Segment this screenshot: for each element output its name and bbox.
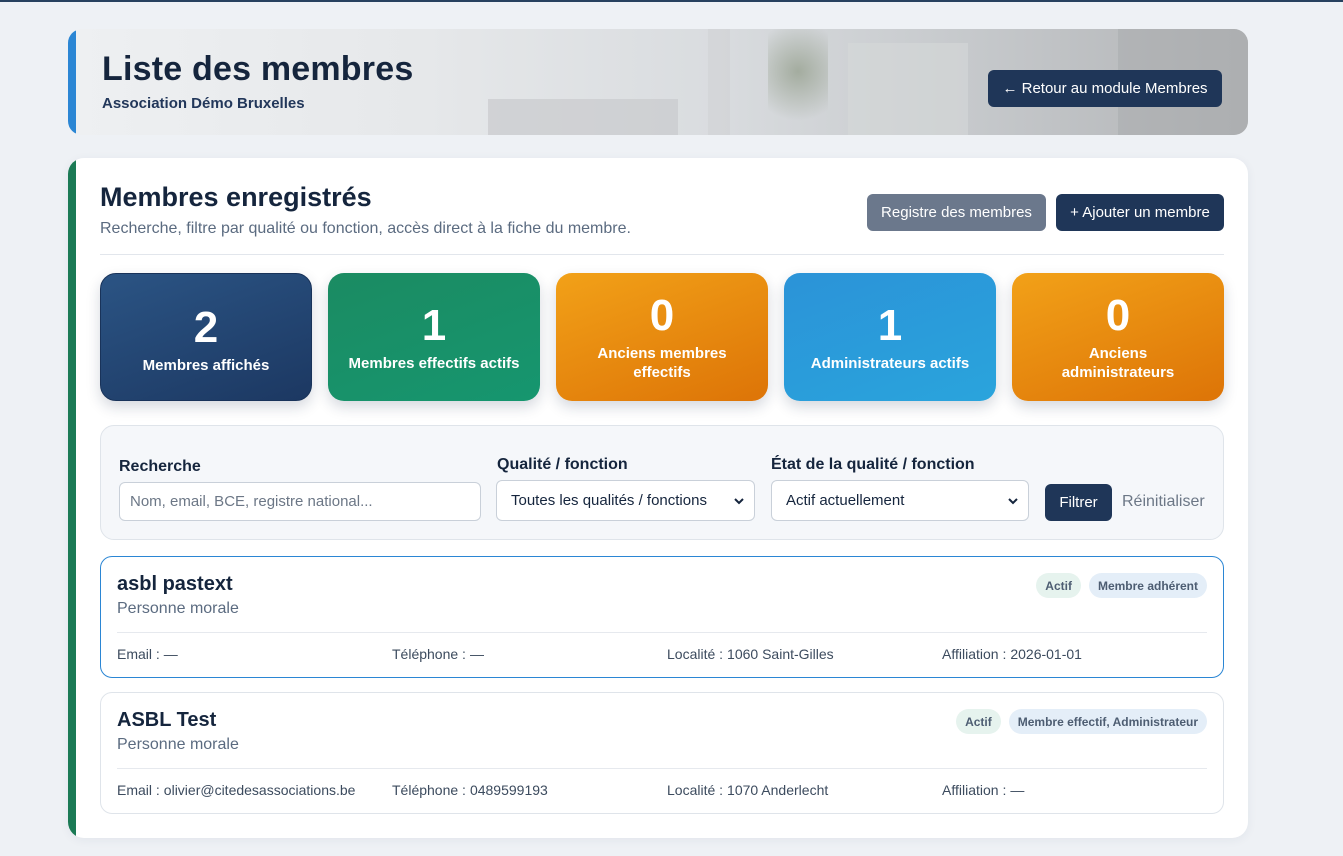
role-badge: Membre effectif, Administrateur (1008, 709, 1207, 734)
top-border-line (0, 0, 1343, 2)
stat-value: 1 (877, 300, 903, 350)
state-select-value: Actif actuellement (786, 492, 905, 509)
role-badge: Membre adhérent (1088, 573, 1207, 598)
card-accent-bar (68, 158, 76, 838)
stat-tile-former-administrators: 0 Anciens administrateurs (1012, 273, 1224, 401)
locality-label: Localité : (667, 782, 724, 798)
phone-label: Téléphone : (392, 646, 466, 662)
member-badges: Actif Membre effectif, Administrateur (956, 709, 1207, 734)
member-type: Personne morale (117, 600, 239, 617)
stat-tile-former-effective-members: 0 Anciens membres effectifs (556, 273, 768, 401)
filter-panel: Recherche Qualité / fonction Toutes les … (100, 425, 1224, 540)
member-affiliation: Affiliation : — (942, 782, 1024, 798)
stat-tile-displayed-members: 2 Membres affichés (100, 273, 312, 401)
member-phone: Téléphone :0489599193 (392, 782, 548, 798)
member-locality: Localité :1060 Saint-Gilles (667, 646, 834, 662)
section-description: Recherche, filtre par qualité ou fonctio… (100, 220, 631, 237)
member-locality: Localité :1070 Anderlecht (667, 782, 828, 798)
locality-value: 1070 Anderlecht (727, 782, 829, 798)
state-select[interactable]: Actif actuellement (771, 480, 1029, 521)
email-value: — (163, 646, 178, 662)
stat-label: Anciens membres effectifs (597, 345, 727, 381)
member-divider (117, 768, 1207, 769)
quality-label: Qualité / fonction (497, 456, 628, 473)
quality-select-value: Toutes les qualités / fonctions (511, 492, 707, 509)
section-title: Membres enregistrés (100, 182, 372, 212)
banner-photo-detail (708, 29, 730, 135)
member-card[interactable]: ASBL Test Personne morale Actif Membre e… (100, 692, 1224, 814)
stat-value: 0 (1105, 291, 1131, 340)
quality-select[interactable]: Toutes les qualités / fonctions (496, 480, 755, 521)
header-accent-bar (68, 29, 76, 135)
locality-label: Localité : (667, 646, 724, 662)
affiliation-value: — (1010, 782, 1025, 798)
phone-value: 0489599193 (469, 782, 548, 798)
stat-value: 1 (421, 300, 447, 350)
member-email: Email : — (117, 646, 178, 662)
stat-tile-active-administrators: 1 Administrateurs actifs (784, 273, 996, 401)
back-to-members-module-button[interactable]: ← Retour au module Membres (988, 70, 1222, 107)
stat-label: Membres affichés (142, 356, 270, 374)
member-phone: Téléphone : — (392, 646, 484, 662)
member-email: Email : olivier@citedesassociations.be (117, 782, 355, 798)
member-badges: Actif Membre adhérent (1036, 573, 1207, 598)
search-input[interactable] (119, 482, 481, 521)
email-label: Email : (117, 646, 160, 662)
search-label: Recherche (119, 458, 201, 475)
status-badge: Actif (1036, 573, 1081, 598)
affiliation-label: Affiliation : (942, 646, 1007, 662)
affiliation-value: 2026-01-01 (1010, 646, 1082, 662)
phone-value: — (469, 646, 484, 662)
stat-tile-active-effective-members: 1 Membres effectifs actifs (328, 273, 540, 401)
page-header-banner: Liste des membres Association Démo Bruxe… (68, 29, 1248, 135)
member-name[interactable]: asbl pastext (117, 573, 233, 596)
members-registry-button[interactable]: Registre des membres (867, 194, 1046, 231)
stat-label: Anciens administrateurs (1061, 345, 1175, 381)
banner-background-photo (488, 99, 678, 135)
members-card: Membres enregistrés Recherche, filtre pa… (68, 158, 1248, 838)
add-member-button[interactable]: + Ajouter un membre (1056, 194, 1224, 231)
banner-photo-plant (768, 29, 828, 135)
member-divider (117, 632, 1207, 633)
chevron-down-icon (1008, 497, 1018, 504)
state-label: État de la qualité / fonction (771, 456, 975, 473)
locality-value: 1060 Saint-Gilles (727, 646, 834, 662)
association-name: Association Démo Bruxelles (102, 95, 305, 112)
member-affiliation: Affiliation :2026-01-01 (942, 646, 1082, 662)
status-badge: Actif (956, 709, 1001, 734)
stat-value: 2 (193, 302, 219, 352)
member-card[interactable]: asbl pastext Personne morale Actif Membr… (100, 556, 1224, 678)
filter-button[interactable]: Filtrer (1045, 484, 1112, 521)
email-value: olivier@citedesassociations.be (163, 782, 356, 798)
stat-value: 0 (649, 291, 675, 340)
member-type: Personne morale (117, 736, 239, 753)
chevron-down-icon (734, 497, 744, 504)
reset-link[interactable]: Réinitialiser (1122, 493, 1205, 511)
affiliation-label: Affiliation : (942, 782, 1007, 798)
section-divider (100, 254, 1224, 255)
stat-label: Administrateurs actifs (810, 354, 970, 372)
member-name[interactable]: ASBL Test (117, 709, 216, 732)
phone-label: Téléphone : (392, 782, 466, 798)
page-title: Liste des membres (102, 50, 414, 88)
email-label: Email : (117, 782, 160, 798)
banner-photo-detail (848, 43, 968, 135)
stat-label: Membres effectifs actifs (348, 354, 520, 372)
